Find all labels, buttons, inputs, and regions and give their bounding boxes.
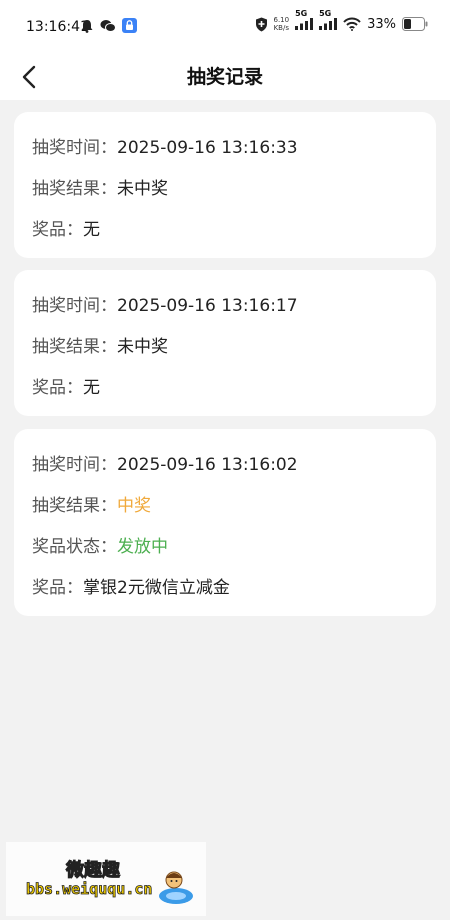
- watermark: 微趣趣 bbs.weiququ.cn: [6, 842, 206, 916]
- signal-icon: [295, 18, 314, 30]
- watermark-url: bbs.weiququ.cn: [26, 880, 153, 899]
- draw-time-label: 抽奖时间：: [32, 296, 117, 316]
- draw-result-row: 抽奖结果：中奖: [32, 491, 151, 516]
- prize-label: 奖品：: [32, 220, 83, 240]
- draw-result-label: 抽奖结果：: [32, 337, 117, 357]
- draw-time-row: 抽奖时间：2025-09-16 13:16:33: [32, 133, 298, 158]
- page-title: 抽奖记录: [186, 66, 263, 88]
- signal-sim2: 5G: [319, 9, 338, 30]
- system-status: 6.10 KB/s 5G 5G 33%: [255, 9, 429, 32]
- draw-time-row: 抽奖时间：2025-09-16 13:16:17: [32, 291, 298, 316]
- draw-time-row: 抽奖时间：2025-09-16 13:16:02: [32, 450, 298, 475]
- status-bar: 13:16:41 6.10 KB/s 5G 5G 33%: [0, 0, 450, 54]
- prize-status-value: 发放中: [117, 537, 168, 557]
- bell-icon: [81, 19, 93, 33]
- prize-row: 奖品：无: [32, 373, 100, 398]
- watermark-title: 微趣趣: [66, 860, 121, 882]
- wechat-icon: [100, 19, 116, 32]
- net-speed: 6.10 KB/s: [274, 16, 290, 32]
- header: 抽奖记录: [0, 54, 450, 100]
- draw-result-value: 未中奖: [117, 337, 168, 357]
- draw-result-row: 抽奖结果：未中奖: [32, 332, 168, 357]
- wifi-icon: [343, 17, 361, 31]
- signal-sim1: 5G: [295, 9, 314, 30]
- draw-result-label: 抽奖结果：: [32, 496, 117, 516]
- draw-time-value: 2025-09-16 13:16:17: [117, 296, 298, 316]
- signal-icon: [319, 18, 338, 30]
- record-card-2: 抽奖时间：2025-09-16 13:16:17 抽奖结果：未中奖 奖品：无: [14, 270, 436, 416]
- mascot-icon: [159, 871, 193, 904]
- draw-time-label: 抽奖时间：: [32, 138, 117, 158]
- prize-row: 奖品：掌银2元微信立减金: [32, 573, 230, 598]
- record-card-1: 抽奖时间：2025-09-16 13:16:33 抽奖结果：未中奖 奖品：无: [14, 112, 436, 258]
- draw-result-row: 抽奖结果：未中奖: [32, 174, 168, 199]
- battery-icon: [402, 17, 428, 31]
- draw-time-label: 抽奖时间：: [32, 455, 117, 475]
- draw-result-value: 未中奖: [117, 179, 168, 199]
- notification-icons: [80, 18, 137, 33]
- sim1-network-label: 5G: [295, 9, 308, 18]
- prize-status-row: 奖品状态：发放中: [32, 532, 168, 557]
- prize-value: 无: [83, 378, 100, 398]
- prize-label: 奖品：: [32, 378, 83, 398]
- record-card-3: 抽奖时间：2025-09-16 13:16:02 抽奖结果：中奖 奖品状态：发放…: [14, 429, 436, 616]
- draw-result-label: 抽奖结果：: [32, 179, 117, 199]
- net-speed-unit: KB/s: [273, 24, 289, 32]
- prize-label: 奖品：: [32, 578, 83, 598]
- prize-value: 无: [83, 220, 100, 240]
- prize-row: 奖品：无: [32, 215, 100, 240]
- draw-time-value: 2025-09-16 13:16:33: [117, 138, 298, 158]
- battery-percent: 33%: [367, 16, 396, 32]
- prize-status-label: 奖品状态：: [32, 537, 117, 557]
- net-speed-value: 6.10: [273, 16, 290, 24]
- draw-time-value: 2025-09-16 13:16:02: [117, 455, 298, 475]
- shield-icon: [255, 17, 267, 31]
- draw-result-value: 中奖: [117, 496, 151, 516]
- lock-app-icon: [122, 18, 137, 33]
- prize-value: 掌银2元微信立减金: [83, 578, 230, 598]
- sim2-network-label: 5G: [319, 9, 332, 18]
